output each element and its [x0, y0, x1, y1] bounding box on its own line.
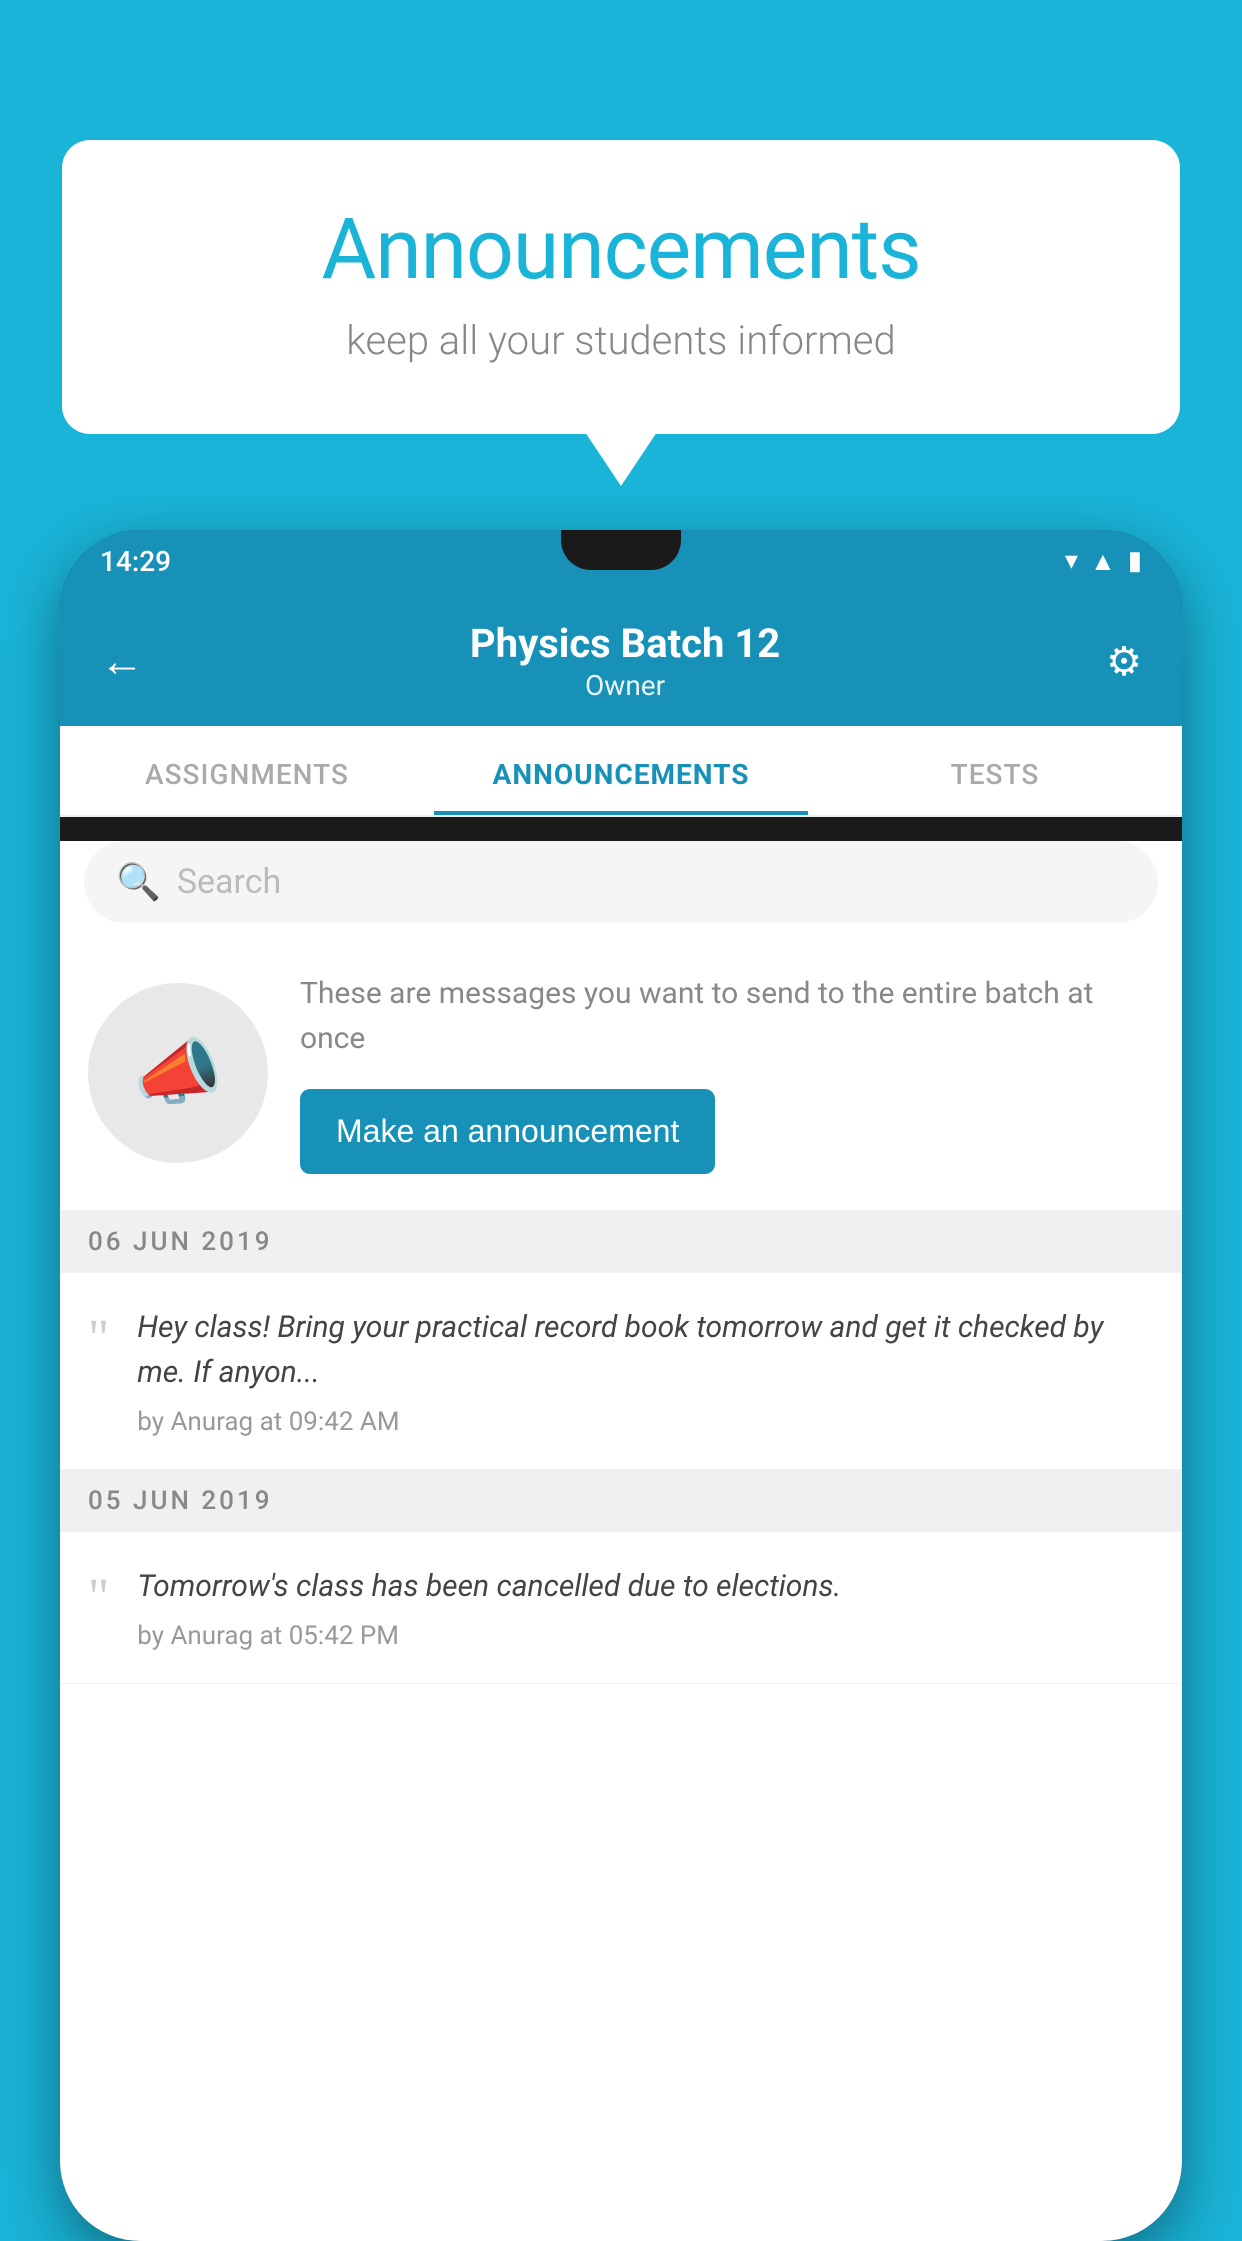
- bubble-title: Announcements: [142, 200, 1100, 299]
- speech-bubble: Announcements keep all your students inf…: [62, 140, 1180, 434]
- make-announcement-button[interactable]: Make an announcement: [300, 1089, 715, 1174]
- announcement-content-1: Hey class! Bring your practical record b…: [137, 1305, 1154, 1437]
- quote-icon-1: ": [88, 1313, 109, 1365]
- announcement-meta-2: by Anurag at 05:42 PM: [137, 1621, 1154, 1651]
- bubble-subtitle: keep all your students informed: [142, 317, 1100, 364]
- date-divider-2: 05 JUN 2019: [60, 1470, 1182, 1532]
- tab-announcements[interactable]: ANNOUNCEMENTS: [434, 726, 808, 815]
- phone-screen: 14:29 ▾ ▲ ▮ ← Physics Batch 12 Owner ⚙ A…: [60, 530, 1182, 2241]
- announcement-item-1: " Hey class! Bring your practical record…: [60, 1273, 1182, 1470]
- announcement-item-2: " Tomorrow's class has been cancelled du…: [60, 1532, 1182, 1684]
- megaphone-icon: 📣: [133, 1030, 223, 1115]
- back-button[interactable]: ←: [100, 635, 144, 687]
- header-title: Physics Batch 12: [144, 620, 1106, 667]
- promo-section: 📣 These are messages you want to send to…: [60, 939, 1182, 1211]
- announcement-message-2: Tomorrow's class has been cancelled due …: [137, 1564, 1154, 1609]
- header-subtitle: Owner: [144, 669, 1106, 702]
- content-area: 🔍 Search 📣 These are messages you want t…: [60, 841, 1182, 2241]
- tabs-bar: ASSIGNMENTS ANNOUNCEMENTS TESTS: [60, 726, 1182, 817]
- announcement-meta-1: by Anurag at 09:42 AM: [137, 1407, 1154, 1437]
- search-icon: 🔍: [116, 861, 161, 903]
- status-bar: 14:29 ▾ ▲ ▮: [60, 530, 1182, 592]
- phone-body: 14:29 ▾ ▲ ▮ ← Physics Batch 12 Owner ⚙ A…: [60, 530, 1182, 2241]
- notch: [561, 530, 681, 570]
- status-time: 14:29: [100, 545, 171, 578]
- promo-right: These are messages you want to send to t…: [300, 971, 1154, 1174]
- battery-icon: ▮: [1128, 546, 1142, 576]
- app-header: ← Physics Batch 12 Owner ⚙: [60, 592, 1182, 726]
- date-divider-1: 06 JUN 2019: [60, 1211, 1182, 1273]
- speech-bubble-section: Announcements keep all your students inf…: [62, 140, 1180, 434]
- header-title-group: Physics Batch 12 Owner: [144, 620, 1106, 702]
- announcement-message-1: Hey class! Bring your practical record b…: [137, 1305, 1154, 1395]
- promo-description: These are messages you want to send to t…: [300, 971, 1154, 1061]
- quote-icon-2: ": [88, 1572, 109, 1624]
- search-placeholder: Search: [177, 862, 281, 902]
- tab-tests[interactable]: TESTS: [808, 726, 1182, 815]
- wifi-icon: ▾: [1065, 546, 1078, 576]
- status-icons: ▾ ▲ ▮: [1065, 546, 1142, 577]
- gear-icon[interactable]: ⚙: [1106, 638, 1142, 685]
- phone-mockup: 14:29 ▾ ▲ ▮ ← Physics Batch 12 Owner ⚙ A…: [60, 530, 1182, 2208]
- tab-assignments[interactable]: ASSIGNMENTS: [60, 726, 434, 815]
- signal-icon: ▲: [1090, 546, 1116, 577]
- search-bar[interactable]: 🔍 Search: [84, 841, 1158, 923]
- promo-icon-circle: 📣: [88, 983, 268, 1163]
- announcement-content-2: Tomorrow's class has been cancelled due …: [137, 1564, 1154, 1651]
